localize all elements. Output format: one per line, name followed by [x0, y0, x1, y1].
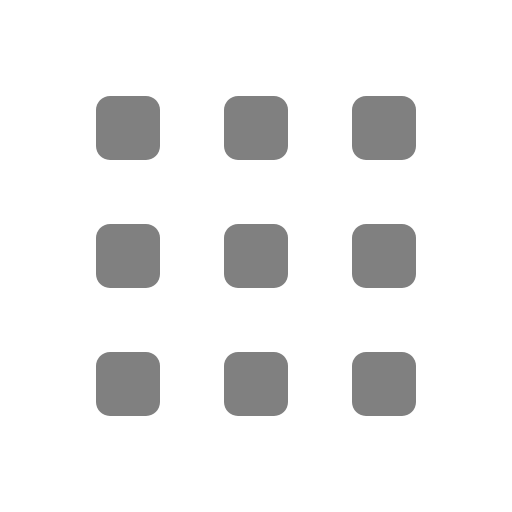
grid-dot-icon: [96, 96, 160, 160]
grid-dot-icon: [224, 352, 288, 416]
app-launcher-canvas: [0, 0, 512, 512]
grid-dot-icon: [352, 352, 416, 416]
apps-grid-icon[interactable]: [96, 96, 416, 416]
grid-dot-icon: [96, 224, 160, 288]
grid-dot-icon: [224, 224, 288, 288]
grid-dot-icon: [352, 96, 416, 160]
grid-dot-icon: [224, 96, 288, 160]
grid-dot-icon: [352, 224, 416, 288]
grid-dot-icon: [96, 352, 160, 416]
